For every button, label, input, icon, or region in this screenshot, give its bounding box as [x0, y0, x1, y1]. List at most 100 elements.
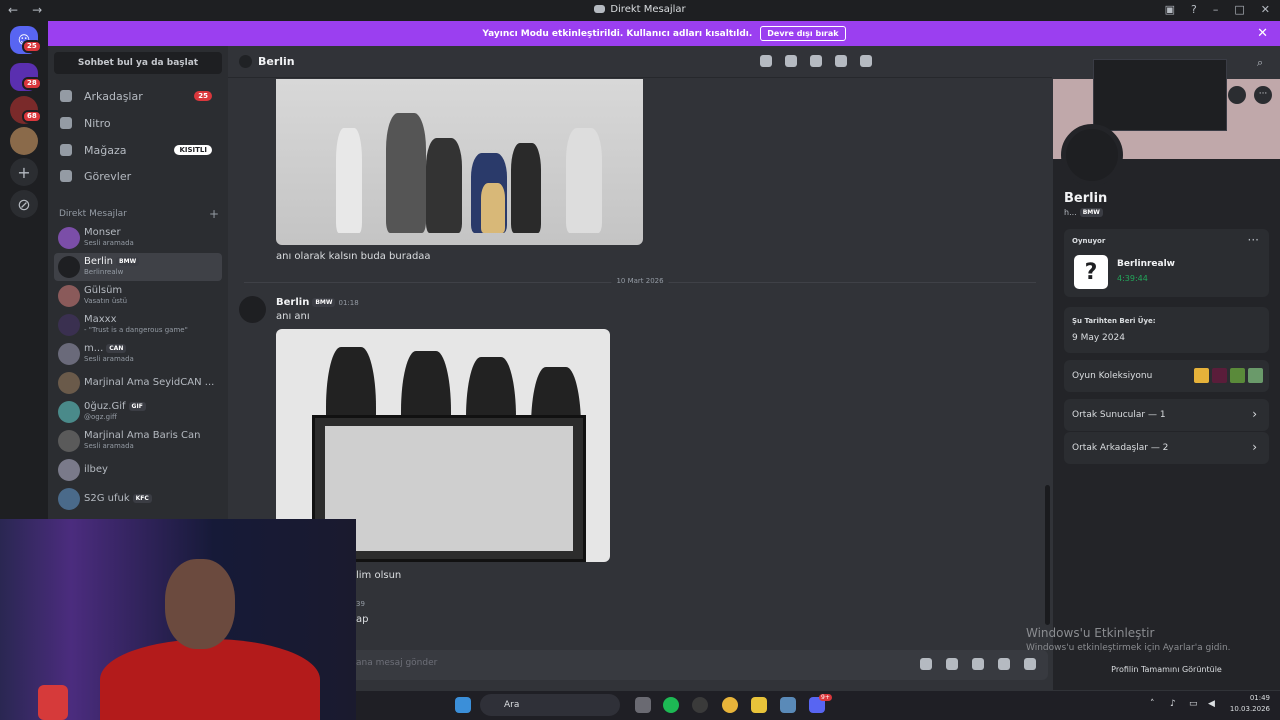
nav-nitro-label: Nitro [84, 116, 111, 130]
webcam-overlay [0, 519, 356, 720]
task-view-icon[interactable] [635, 697, 651, 713]
dm-item[interactable]: m... CAN Sesli aramada [54, 340, 222, 368]
profile-handle: h... [1064, 208, 1077, 217]
close-icon[interactable]: ✕ [1261, 3, 1270, 16]
user-profile-icon[interactable] [860, 55, 872, 67]
server-icon-3[interactable] [10, 127, 38, 155]
mutual-servers-card[interactable]: Ortak Sunucular — 1 › [1064, 399, 1269, 431]
app-icon[interactable] [780, 697, 796, 713]
avatar [58, 314, 80, 336]
chrome-icon[interactable] [722, 697, 738, 713]
gift-icon[interactable] [920, 658, 932, 670]
voice-call-icon[interactable] [760, 55, 772, 67]
banner-close-icon[interactable]: ✕ [1257, 26, 1268, 41]
add-server-icon[interactable]: + [10, 158, 38, 186]
dm-item[interactable]: Gülsüm Vasatın üstü [54, 282, 222, 310]
taskbar-search[interactable]: Ara [480, 694, 620, 716]
scrollbar[interactable] [1045, 485, 1050, 625]
message-text: lim olsun [356, 570, 402, 581]
search-icon[interactable]: ⌕ [1257, 56, 1263, 70]
add-friends-icon[interactable] [835, 55, 847, 67]
dm-name: Berlin [84, 256, 114, 267]
user-profile-panel: ··· Berlin h... BMW Oynuyor ··· ? Berlinr… [1053, 59, 1280, 690]
composer-placeholder: ana mesaj gönder [356, 658, 438, 668]
maximize-icon[interactable]: □ [1234, 3, 1244, 16]
spotify-icon[interactable] [663, 697, 679, 713]
avatar [58, 372, 80, 394]
dm-name: ilbey [84, 464, 108, 475]
image-attachment-1[interactable] [276, 79, 643, 245]
message-time: 39 [356, 600, 365, 608]
friends-icon [60, 90, 72, 102]
microphone-icon[interactable]: ♪ [1170, 699, 1176, 709]
volume-icon[interactable]: ◀ [1208, 699, 1215, 709]
view-full-profile-link[interactable]: Profilin Tamamını Görüntüle [1053, 665, 1280, 674]
quests-icon [60, 170, 72, 182]
watermark-title: Windows'u Etkinleştir [1026, 626, 1155, 640]
dm-status: Sesli aramada [84, 239, 134, 247]
window-title-text: Direkt Mesajlar [610, 4, 686, 15]
game-collection-card[interactable]: Oyun Koleksiyonu [1064, 360, 1269, 392]
avatar [58, 430, 80, 452]
message-composer[interactable]: ana mesaj gönder [236, 650, 1048, 680]
dm-item[interactable]: Marjinal Ama Baris Can Sesli aramada [54, 427, 222, 455]
chevron-right-icon: › [1252, 440, 1257, 454]
nav-shop[interactable]: Mağaza KISITLI [54, 138, 222, 162]
dm-name: Maxxx [84, 314, 117, 325]
help-icon[interactable]: ? [1191, 3, 1197, 16]
dm-status: Vasatın üstü [84, 297, 128, 305]
dm-item[interactable]: Marjinal Ama SeyidCAN ... [54, 369, 222, 397]
dm-item[interactable]: Monser Sesli aramada [54, 224, 222, 252]
nav-quests-label: Görevler [84, 169, 132, 183]
nav-quests[interactable]: Görevler [54, 164, 222, 188]
pin-icon[interactable] [810, 55, 822, 67]
dm-status: @ogz.giff [84, 413, 117, 421]
discord-taskbar-badge: 9+ [819, 694, 832, 701]
obs-icon[interactable] [692, 697, 708, 713]
dm-item[interactable]: Maxxx - "Trust is a dangerous game" [54, 311, 222, 339]
game-thumb-icon [1194, 368, 1209, 383]
message-author[interactable]: Berlin [276, 297, 309, 308]
video-call-icon[interactable] [785, 55, 797, 67]
new-dm-icon[interactable]: + [209, 207, 219, 221]
mutual-friends-card[interactable]: Ortak Arkadaşlar — 2 › [1064, 432, 1269, 464]
profile-more-icon[interactable]: ··· [1254, 86, 1272, 104]
profile-banner-image [1093, 59, 1227, 131]
avatar[interactable] [239, 296, 266, 323]
file-explorer-icon[interactable] [751, 697, 767, 713]
clock[interactable]: 01:49 10.03.2026 [1230, 693, 1270, 715]
profile-add-friend-icon[interactable] [1228, 86, 1246, 104]
profile-avatar[interactable] [1061, 124, 1123, 186]
disable-streamer-button[interactable]: Devre dışı bırak [760, 26, 846, 41]
dm-name: Marjinal Ama SeyidCAN ... [84, 377, 215, 388]
dm-name: Monser [84, 227, 121, 238]
taskbar: Ara 9+ ˄ ♪ ▭ ◀ 01:49 10.03.2026 [356, 691, 1280, 720]
nav-friends[interactable]: Arkadaşlar 25 [54, 84, 222, 108]
apps-icon[interactable] [1024, 658, 1036, 670]
collection-label: Oyun Koleksiyonu [1072, 371, 1153, 381]
server-badge-1: 28 [22, 77, 42, 90]
dm-item[interactable]: ilbey [54, 456, 222, 484]
find-conversation-button[interactable]: Sohbet bul ya da başlat [54, 52, 222, 74]
dm-item[interactable]: S2G ufuk KFC [54, 485, 222, 513]
gif-icon[interactable] [946, 658, 958, 670]
dm-name-wrap: m... CAN [84, 343, 127, 354]
chevron-right-icon: › [1252, 407, 1257, 421]
nav-nitro[interactable]: Nitro [54, 111, 222, 135]
monitor-icon[interactable]: ▭ [1189, 699, 1198, 709]
explore-icon[interactable]: ⊘ [10, 190, 38, 218]
start-icon[interactable] [455, 697, 471, 713]
dm-icon [594, 5, 606, 13]
nav-shop-label: Mağaza [84, 143, 127, 157]
dm-item-selected[interactable]: Berlin BMW Berlinrealw [54, 253, 222, 281]
sticker-icon[interactable] [972, 658, 984, 670]
game-name: Berlinrealw [1117, 259, 1175, 269]
inbox-icon[interactable]: ▣ [1165, 3, 1175, 16]
profile-handle-row: h... BMW [1064, 208, 1103, 217]
home-badge: 25 [22, 40, 42, 53]
minimize-icon[interactable]: – [1213, 3, 1219, 16]
emoji-icon[interactable] [998, 658, 1010, 670]
activity-more-icon[interactable]: ··· [1248, 233, 1259, 247]
dm-item[interactable]: 0ğuz.Gif GIF @ogz.giff [54, 398, 222, 426]
tray-chevron-icon[interactable]: ˄ [1150, 699, 1155, 709]
